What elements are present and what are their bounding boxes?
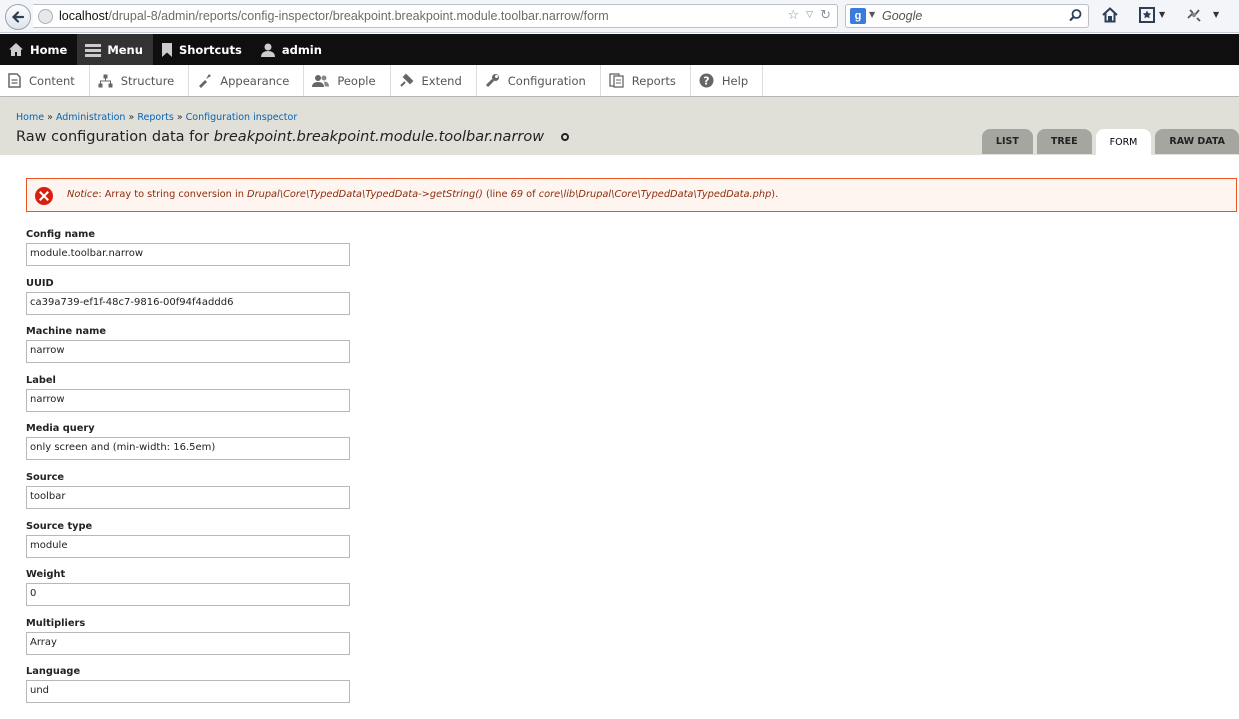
svg-text:?: ?	[703, 75, 709, 88]
tab-list[interactable]: LIST	[981, 129, 1033, 154]
page-header: Home » Administration » Reports » Config…	[0, 98, 1239, 155]
form-item-label: Label narrow	[26, 375, 350, 424]
structure-icon	[98, 74, 113, 88]
source-field[interactable]: toolbar	[26, 485, 350, 509]
toolbar-menu[interactable]: Menu	[77, 34, 153, 65]
machine-name-field[interactable]: narrow	[26, 340, 350, 364]
tab-form[interactable]: FORM	[1095, 129, 1152, 155]
bookmarks-icon[interactable]	[1138, 6, 1156, 24]
help-icon: ?	[699, 73, 714, 88]
field-label: Source type	[26, 520, 93, 532]
field-label: Machine name	[26, 326, 106, 338]
tray-item-content[interactable]: Content	[0, 65, 90, 96]
admin-toolbar: Home Menu Shortcuts admin	[0, 34, 1239, 65]
multipliers-field[interactable]: Array	[26, 631, 350, 655]
reports-icon	[609, 73, 624, 88]
breadcrumb-home[interactable]: Home	[16, 112, 44, 123]
toolbar-home[interactable]: Home	[0, 34, 77, 65]
home-icon[interactable]	[1101, 6, 1119, 24]
content-icon	[8, 73, 21, 88]
error-icon	[35, 187, 53, 205]
form-item-source-type: Source type module	[26, 521, 350, 570]
field-label: Config name	[26, 229, 96, 240]
globe-icon	[38, 9, 53, 24]
extension-icon[interactable]	[1185, 6, 1203, 24]
breadcrumb-administration[interactable]: Administration	[56, 112, 126, 123]
chevron-down-icon[interactable]: ▼	[1159, 10, 1165, 19]
tray-item-appearance[interactable]: Appearance	[189, 65, 305, 96]
form-item-language: Language und	[26, 666, 350, 715]
search-input[interactable]: Google	[882, 9, 922, 23]
people-icon	[312, 74, 330, 88]
back-button[interactable]	[5, 4, 31, 30]
field-label: Multipliers	[26, 617, 86, 629]
config-name-title: breakpoint.breakpoint.module.toolbar.nar…	[213, 129, 545, 145]
shortcut-toggle-icon[interactable]	[560, 133, 569, 141]
form-item-source: Source toolbar	[26, 472, 350, 521]
tab-raw-data[interactable]: RAW DATA	[1155, 129, 1239, 154]
home-icon	[8, 42, 24, 57]
tab-bar: LIST TREE FORM RAW DATA	[981, 129, 1239, 155]
admin-tray: Content Structure Appearance People Exte…	[0, 65, 1239, 97]
config-name-field[interactable]: module.toolbar.narrow	[26, 243, 350, 266]
user-icon	[260, 42, 276, 58]
page-title: Raw configuration data for breakpoint.br…	[16, 129, 569, 145]
form-item-machine-name: Machine name narrow	[26, 326, 350, 375]
field-label: Media query	[26, 423, 95, 435]
tray-item-structure[interactable]: Structure	[90, 65, 190, 96]
dropdown-arrow-icon[interactable]: ▽	[806, 8, 813, 23]
back-arrow-icon	[11, 11, 25, 23]
chevron-down-icon[interactable]: ▼	[869, 10, 875, 19]
bookmark-icon	[161, 42, 173, 58]
address-bar[interactable]: localhost/drupal-8/admin/reports/config-…	[33, 4, 838, 28]
toolbar-shortcuts[interactable]: Shortcuts	[153, 34, 252, 65]
breadcrumb-config-inspector[interactable]: Configuration inspector	[186, 112, 298, 123]
appearance-icon	[197, 73, 212, 88]
language-field[interactable]: und	[26, 680, 350, 704]
extend-icon	[399, 73, 414, 88]
breadcrumb: Home » Administration » Reports » Config…	[16, 112, 298, 123]
tab-tree[interactable]: TREE	[1036, 129, 1092, 154]
tray-item-help[interactable]: ? Help	[691, 65, 764, 96]
breadcrumb-reports[interactable]: Reports	[137, 112, 173, 123]
config-form: Config name module.toolbar.narrow UUID c…	[26, 229, 350, 715]
tray-item-reports[interactable]: Reports	[601, 65, 691, 96]
field-label: Source	[26, 471, 65, 483]
field-label: Language	[26, 666, 81, 678]
tray-item-configuration[interactable]: Configuration	[477, 65, 601, 96]
menu-icon	[85, 43, 102, 57]
search-icon[interactable]	[1068, 8, 1083, 23]
form-item-weight: Weight 0	[26, 569, 350, 618]
weight-field[interactable]: 0	[26, 583, 350, 607]
source-type-field[interactable]: module	[26, 534, 350, 558]
tray-item-extend[interactable]: Extend	[391, 65, 477, 96]
label-field[interactable]: narrow	[26, 388, 350, 412]
form-item-multipliers: Multipliers Array	[26, 618, 350, 667]
field-label: Label	[26, 374, 56, 386]
url-text: localhost/drupal-8/admin/reports/config-…	[59, 9, 609, 23]
error-message-text: Notice: Array to string conversion in Dr…	[67, 189, 779, 200]
form-item-uuid: UUID ca39a739-ef1f-48c7-9816-00f94f4addd…	[26, 278, 350, 327]
reload-icon[interactable]: ↻	[820, 8, 831, 23]
form-item-config-name: Config name module.toolbar.narrow	[26, 229, 350, 278]
chevron-down-icon[interactable]: ▼	[1213, 10, 1219, 19]
form-item-media-query: Media query only screen and (min-width: …	[26, 423, 350, 472]
bookmark-star-icon[interactable]: ☆	[788, 8, 800, 23]
browser-chrome: localhost/drupal-8/admin/reports/config-…	[0, 0, 1239, 33]
uuid-field[interactable]: ca39a739-ef1f-48c7-9816-00f94f4addd6	[26, 291, 350, 315]
field-label: Weight	[26, 569, 66, 581]
google-icon[interactable]: g	[850, 8, 866, 24]
tray-item-people[interactable]: People	[304, 65, 391, 96]
search-box[interactable]: g ▼ Google	[845, 4, 1089, 28]
field-label: UUID	[26, 277, 54, 289]
error-message: Notice: Array to string conversion in Dr…	[26, 178, 1237, 212]
toolbar-user[interactable]: admin	[252, 34, 332, 65]
media-query-field[interactable]: only screen and (min-width: 16.5em)	[26, 437, 350, 461]
wrench-icon	[485, 73, 500, 88]
